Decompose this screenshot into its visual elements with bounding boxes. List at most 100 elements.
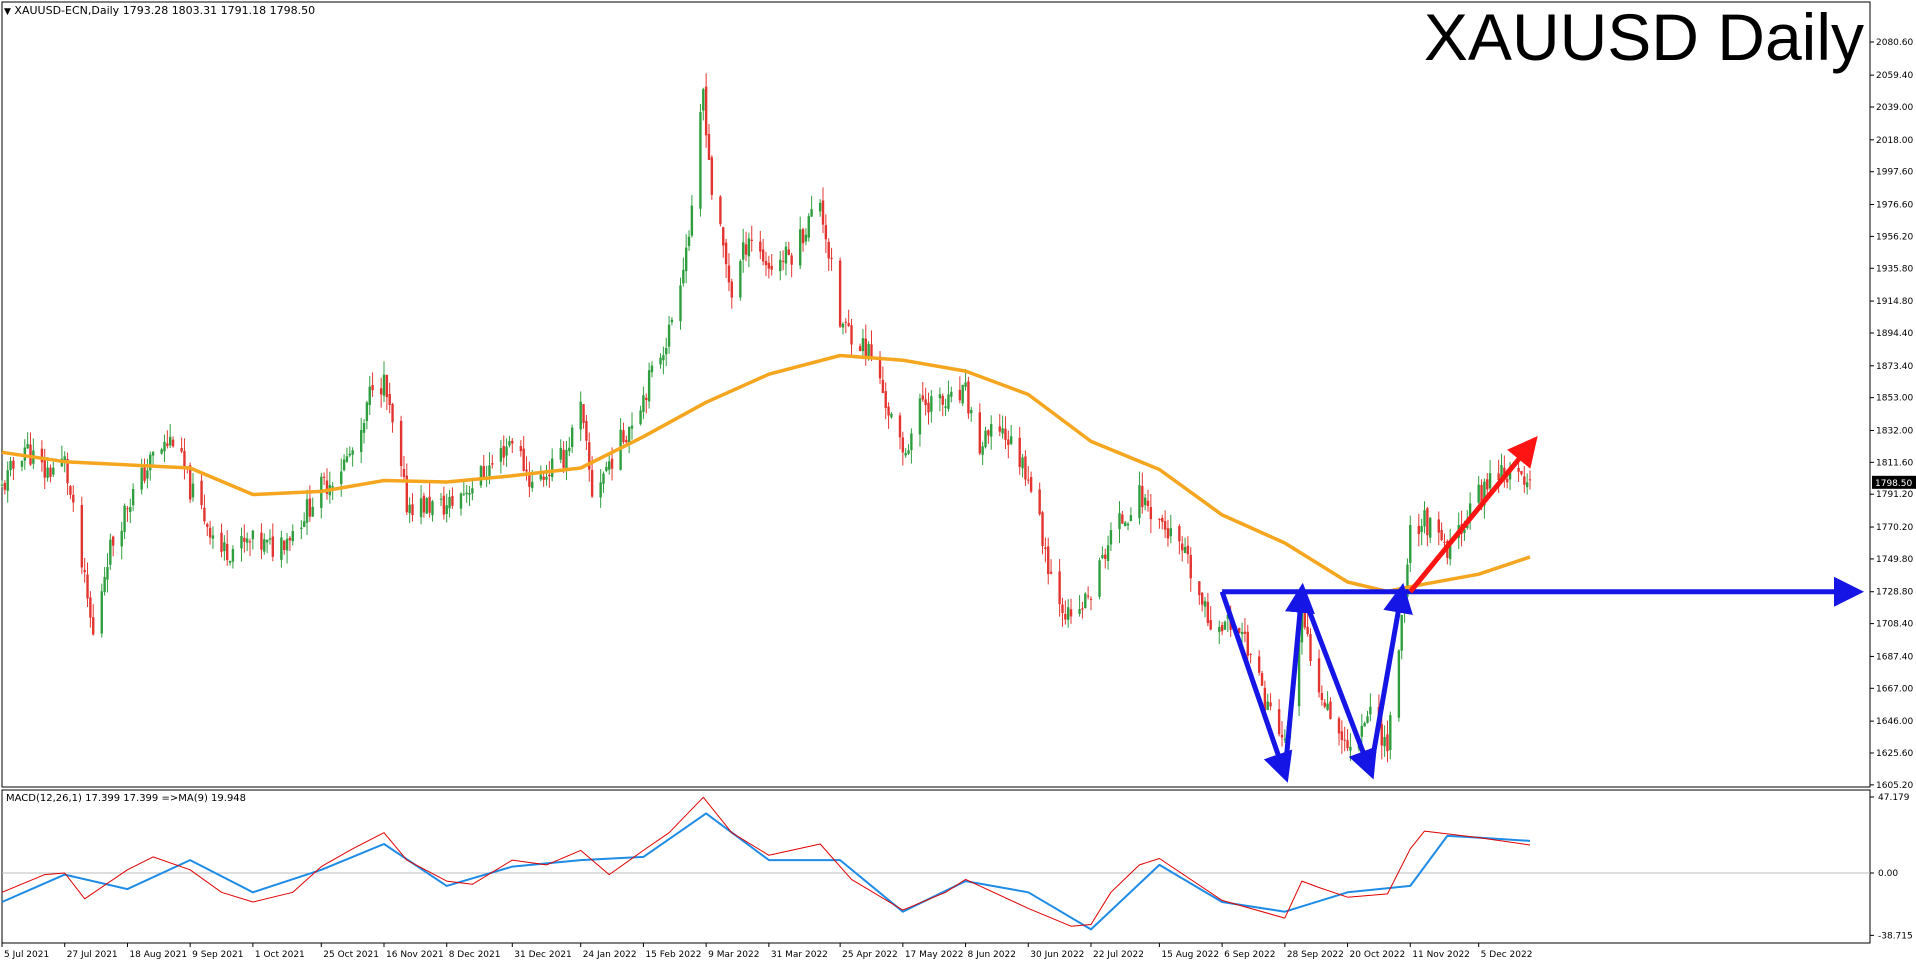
candle-body [608, 461, 611, 470]
candle-body [904, 453, 907, 456]
candle-body [1109, 530, 1113, 545]
candle-body [1349, 746, 1352, 751]
candle-body [1021, 457, 1024, 469]
time-tick-label: 22 Jul 2022 [1093, 950, 1144, 960]
candlestick-series [0, 73, 1532, 763]
current-price-tag: 1798.50 [1872, 475, 1916, 489]
candle-body [1161, 517, 1164, 522]
candle-body [1343, 739, 1346, 741]
time-tick-label: 18 Aug 2021 [129, 950, 187, 960]
time-tick-label: 1 Oct 2021 [255, 950, 305, 960]
candle-body [579, 401, 582, 430]
candle-body [1106, 545, 1110, 562]
candle-body [129, 507, 132, 512]
candle-body [106, 566, 109, 580]
time-tick-label: 11 Nov 2022 [1412, 950, 1470, 960]
candle-body [1346, 740, 1349, 749]
candle-body [488, 465, 491, 476]
candle-body [690, 205, 694, 236]
candle-body [967, 381, 970, 414]
candle-body [6, 470, 9, 491]
candle-body [1246, 631, 1249, 656]
candle-body [448, 497, 451, 509]
candle-body [907, 450, 910, 454]
candle-body [408, 504, 411, 514]
candle-body [1078, 609, 1081, 614]
candle-body [505, 446, 508, 456]
candle-body [479, 466, 483, 486]
price-tick-label: 1770.20 [1876, 523, 1913, 533]
candle-body [1249, 653, 1252, 655]
candle-body [20, 460, 24, 467]
candle-body [245, 538, 249, 543]
candle-body [724, 242, 728, 265]
candle-body [844, 321, 848, 323]
candle-body [1047, 546, 1050, 575]
macd-info-line: MACD(12,26,1) 17.399 17.399 =>MA(9) 19.9… [6, 793, 247, 804]
candle-body [1280, 734, 1284, 738]
candle-body [1383, 737, 1386, 747]
candle-body [362, 423, 366, 433]
candle-body [52, 467, 55, 475]
candle-body [1437, 519, 1440, 533]
candle-body [1158, 518, 1161, 520]
candle-body [49, 467, 52, 477]
candle-body [890, 413, 893, 418]
candle-body [961, 384, 964, 404]
candle-body [1277, 709, 1281, 735]
time-tick-label: 31 Dec 2021 [514, 950, 572, 960]
candle-body [548, 474, 551, 477]
candle-body [1018, 437, 1021, 467]
price-tick-label: 1976.60 [1876, 201, 1913, 211]
price-tick-label: 1605.20 [1876, 781, 1913, 791]
candle-body [1488, 473, 1492, 489]
candle-body [1007, 439, 1010, 445]
candle-body [921, 395, 924, 400]
price-tick-label: 1853.00 [1876, 394, 1913, 404]
candle-body [243, 537, 246, 542]
candle-body [411, 504, 414, 516]
price-tick-label: 1894.40 [1876, 329, 1913, 339]
candle-body [160, 449, 163, 454]
candle-body [841, 323, 845, 328]
dropdown-triangle-icon[interactable]: ▼ [4, 7, 11, 17]
candle-body [941, 395, 944, 405]
time-tick-label: 15 Feb 2022 [645, 950, 701, 960]
time-tick-label: 5 Dec 2022 [1481, 950, 1533, 960]
time-tick-label: 17 May 2022 [905, 950, 964, 960]
candle-body [1400, 614, 1403, 651]
candle-body [285, 538, 289, 551]
candle-body [288, 537, 292, 541]
candle-body [419, 498, 423, 518]
candle-body [283, 540, 286, 550]
candle-body [1363, 723, 1366, 727]
candle-body [1260, 673, 1264, 686]
candle-body [1141, 485, 1144, 508]
candle-body [744, 244, 748, 255]
candle-body [987, 430, 990, 436]
candle-body [1123, 522, 1127, 527]
macd-series [1, 796, 1531, 931]
candle-body [898, 415, 902, 438]
candle-body [188, 465, 192, 500]
candle-body [550, 458, 554, 478]
candle-body [662, 355, 665, 361]
candle-body [659, 357, 662, 365]
candle-body [665, 348, 668, 355]
candle-body [930, 396, 933, 412]
time-tick-label: 6 Sep 2022 [1224, 950, 1275, 960]
price-tick-label: 1646.00 [1876, 717, 1913, 727]
price-tick-label: 2039.00 [1876, 103, 1913, 113]
candle-body [545, 476, 548, 480]
candle-body [918, 398, 922, 435]
candle-body [1004, 428, 1007, 440]
candle-body [1189, 554, 1192, 579]
candle-body [981, 446, 984, 455]
candle-body [1121, 514, 1124, 524]
candle-body [442, 495, 446, 515]
candle-body [1049, 571, 1053, 574]
candle-body [864, 338, 867, 358]
candle-body [901, 437, 905, 453]
candle-body [950, 391, 953, 397]
candle-body [770, 265, 773, 270]
